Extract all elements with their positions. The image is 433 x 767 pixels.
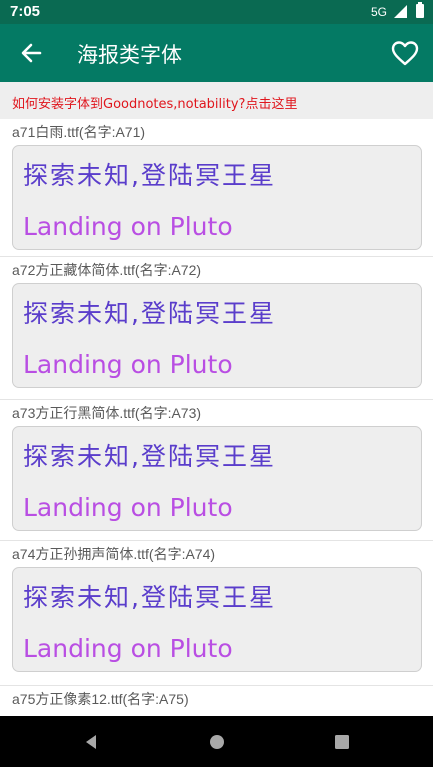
font-list[interactable]: 如何安装字体到Goodnotes,notability?点击这里 a71白雨.t… <box>0 82 433 716</box>
install-help-link[interactable]: 如何安装字体到Goodnotes,notability?点击这里 <box>12 93 297 112</box>
preview-chinese-text: 探索未知,登陆冥王星 <box>23 442 276 471</box>
font-name: a74方正孙拥声简体.ttf(名字:A74) <box>12 546 216 562</box>
preview-chinese-text: 探索未知,登陆冥王星 <box>23 299 276 328</box>
page-title: 海报类字体 <box>77 43 182 67</box>
font-name: a75方正像素12.ttf(名字:A75) <box>12 691 189 707</box>
install-help-banner[interactable]: 如何安装字体到Goodnotes,notability?点击这里 <box>0 82 433 119</box>
font-name: a72方正藏体简体.ttf(名字:A72) <box>12 262 202 278</box>
font-item-a71[interactable]: a71白雨.ttf(名字:A71) 探索未知,登陆冥王星 Landing on … <box>0 119 433 257</box>
font-item-a74[interactable]: a74方正孙拥声简体.ttf(名字:A74) 探索未知,登陆冥王星 Landin… <box>0 541 433 686</box>
status-time: 7:05 <box>10 3 41 20</box>
font-preview-card[interactable]: 探索未知,登陆冥王星 Landing on Pluto <box>12 145 422 250</box>
preview-english-text: Landing on Pluto <box>23 493 233 522</box>
heart-outline-icon[interactable] <box>389 37 421 69</box>
preview-english-text: Landing on Pluto <box>23 634 233 663</box>
font-item-a75[interactable]: a75方正像素12.ttf(名字:A75) <box>0 686 433 716</box>
font-preview-card[interactable]: 探索未知,登陆冥王星 Landing on Pluto <box>12 426 422 531</box>
nav-home-icon[interactable] <box>206 731 228 753</box>
font-item-a73[interactable]: a73方正行黑简体.ttf(名字:A73) 探索未知,登陆冥王星 Landing… <box>0 400 433 541</box>
font-name: a71白雨.ttf(名字:A71) <box>12 124 146 140</box>
nav-recents-icon[interactable] <box>331 731 353 753</box>
status-bar: 7:05 5G <box>0 0 433 24</box>
font-preview-card[interactable]: 探索未知,登陆冥王星 Landing on Pluto <box>12 283 422 388</box>
preview-english-text: Landing on Pluto <box>23 212 233 241</box>
app-bar: 海报类字体 <box>0 24 433 82</box>
preview-english-text: Landing on Pluto <box>23 350 233 379</box>
signal-icon <box>394 5 407 18</box>
preview-chinese-text: 探索未知,登陆冥王星 <box>23 161 276 190</box>
nav-back-icon[interactable] <box>80 731 102 753</box>
font-item-a72[interactable]: a72方正藏体简体.ttf(名字:A72) 探索未知,登陆冥王星 Landing… <box>0 257 433 400</box>
network-type: 5G <box>370 5 387 19</box>
system-navigation-bar <box>0 716 433 767</box>
back-arrow-icon[interactable] <box>18 37 46 69</box>
battery-icon <box>416 2 424 18</box>
font-name: a73方正行黑简体.ttf(名字:A73) <box>12 405 202 421</box>
font-preview-card[interactable]: 探索未知,登陆冥王星 Landing on Pluto <box>12 567 422 672</box>
preview-chinese-text: 探索未知,登陆冥王星 <box>23 583 276 612</box>
